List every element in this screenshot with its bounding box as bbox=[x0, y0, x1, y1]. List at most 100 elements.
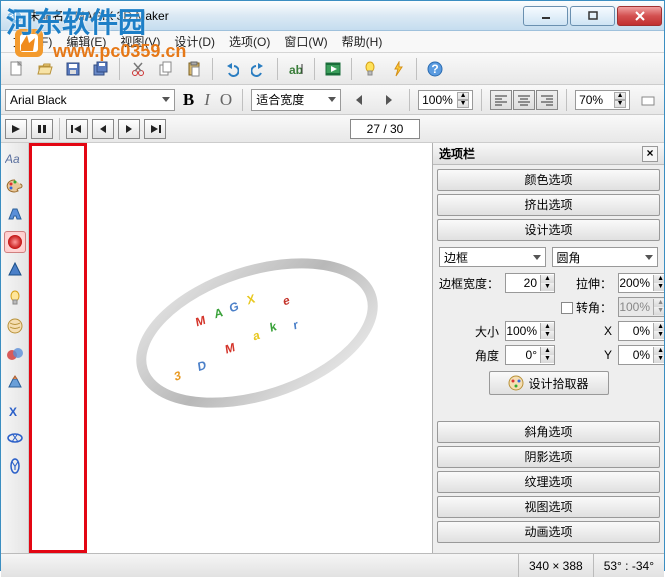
corner-selector[interactable]: 圆角 bbox=[552, 247, 659, 267]
y-spinner[interactable]: ▲▼ bbox=[618, 345, 664, 365]
svg-text:M: M bbox=[195, 313, 207, 330]
texture-tool[interactable] bbox=[4, 315, 26, 337]
size-label: 大小 bbox=[439, 323, 499, 340]
redo-button[interactable] bbox=[247, 57, 271, 81]
zoom2-value: 70% bbox=[579, 93, 603, 107]
material-tool[interactable] bbox=[4, 343, 26, 365]
border-width-value[interactable] bbox=[506, 276, 540, 290]
extrude-tool[interactable] bbox=[4, 203, 26, 225]
color-options-button[interactable]: 颜色选项 bbox=[437, 169, 660, 191]
svg-text:A: A bbox=[213, 305, 224, 322]
separator bbox=[119, 58, 120, 80]
svg-text:k: k bbox=[269, 319, 278, 335]
maximize-button[interactable] bbox=[570, 6, 615, 26]
animation-options-button[interactable]: 动画选项 bbox=[437, 521, 660, 543]
cut-button[interactable] bbox=[126, 57, 150, 81]
bold-button[interactable]: B bbox=[183, 90, 194, 110]
zoom2-spinner[interactable]: 70%▲▼ bbox=[575, 90, 630, 110]
font-selector[interactable]: Arial Black bbox=[5, 89, 175, 111]
shadow-options-button[interactable]: 阴影选项 bbox=[437, 446, 660, 468]
close-button[interactable] bbox=[617, 6, 662, 26]
saveall-button[interactable] bbox=[89, 57, 113, 81]
fit-selector[interactable]: 适合宽度 bbox=[251, 89, 341, 111]
border-width-label: 边框宽度： bbox=[439, 275, 499, 292]
italic-button[interactable]: I bbox=[204, 90, 210, 110]
first-frame-button[interactable] bbox=[66, 119, 88, 139]
menu-option[interactable]: 选项(O) bbox=[223, 31, 276, 52]
picker-icon bbox=[508, 375, 524, 391]
panel-close-button[interactable]: × bbox=[642, 146, 658, 162]
color-swatch-button[interactable] bbox=[636, 88, 660, 112]
minimize-button[interactable] bbox=[523, 6, 568, 26]
animation-button[interactable] bbox=[321, 57, 345, 81]
menu-view[interactable]: 视图(V) bbox=[114, 31, 166, 52]
angle-spinner[interactable]: ▲▼ bbox=[505, 345, 555, 365]
align-right-button[interactable] bbox=[536, 90, 558, 110]
help-button[interactable]: ? bbox=[423, 57, 447, 81]
menu-window[interactable]: 窗口(W) bbox=[278, 31, 333, 52]
align-left-button[interactable] bbox=[490, 90, 512, 110]
stretch-label: 拉伸： bbox=[561, 275, 612, 292]
stretch-spinner[interactable]: ▲▼ bbox=[618, 273, 664, 293]
border-selector[interactable]: 边框 bbox=[439, 247, 546, 267]
zoom1-spinner[interactable]: 100%▲▼ bbox=[418, 90, 473, 110]
x-value[interactable] bbox=[619, 324, 653, 338]
prev-frame-button[interactable] bbox=[92, 119, 114, 139]
x-spinner[interactable]: ▲▼ bbox=[618, 321, 664, 341]
flash-button[interactable] bbox=[386, 57, 410, 81]
statusbar: 340 × 388 53° : -34° bbox=[1, 553, 664, 577]
play-button[interactable] bbox=[5, 119, 27, 139]
bevel-options-button[interactable]: 斜角选项 bbox=[437, 421, 660, 443]
align-group bbox=[490, 90, 558, 110]
border-width-spinner[interactable]: ▲▼ bbox=[505, 273, 555, 293]
y-value[interactable] bbox=[619, 348, 653, 362]
paste-button[interactable] bbox=[182, 57, 206, 81]
panel-title: 选项栏 bbox=[439, 145, 475, 162]
outline-button[interactable]: O bbox=[220, 90, 232, 110]
window-title: 未命名 - MAGIX 3D Maker bbox=[28, 7, 523, 24]
separator bbox=[566, 89, 567, 111]
panel-header: 选项栏 × bbox=[433, 143, 664, 165]
svg-text:a: a bbox=[252, 327, 261, 343]
light-button[interactable] bbox=[358, 57, 382, 81]
palette-tool[interactable] bbox=[4, 175, 26, 197]
design-options-button[interactable]: 设计选项 bbox=[437, 219, 660, 241]
copy-button[interactable] bbox=[154, 57, 178, 81]
dropdown-icon bbox=[328, 97, 336, 102]
texture-options-button[interactable]: 纹理选项 bbox=[437, 471, 660, 493]
menu-help[interactable]: 帮助(H) bbox=[336, 31, 389, 52]
perspective-tool[interactable] bbox=[4, 371, 26, 393]
arrow-left-button[interactable] bbox=[347, 88, 371, 112]
extrude-options-button[interactable]: 挤出选项 bbox=[437, 194, 660, 216]
rotate-checkbox[interactable] bbox=[561, 302, 573, 314]
stretch-value[interactable] bbox=[619, 276, 653, 290]
view-options-button[interactable]: 视图选项 bbox=[437, 496, 660, 518]
arrow-right-button[interactable] bbox=[377, 88, 401, 112]
menu-design[interactable]: 设计(D) bbox=[168, 31, 221, 52]
border-label: 边框 bbox=[444, 249, 468, 266]
rotate-spinner: ▲▼ bbox=[618, 297, 664, 317]
size-spinner[interactable]: ▲▼ bbox=[505, 321, 555, 341]
dropdown-icon bbox=[645, 255, 653, 260]
x-label: X bbox=[561, 324, 612, 338]
lightbulb-tool[interactable] bbox=[4, 287, 26, 309]
pause-button[interactable] bbox=[31, 119, 53, 139]
text-tool-button[interactable]: ab bbox=[284, 57, 308, 81]
canvas-viewport[interactable]: M A G X 3 D M a k e r bbox=[87, 143, 432, 553]
size-value[interactable] bbox=[506, 324, 540, 338]
design-picker-button[interactable]: 设计拾取器 bbox=[489, 371, 609, 395]
x-axis-tool[interactable]: X bbox=[4, 399, 26, 421]
menu-edit[interactable]: 编辑(E) bbox=[60, 31, 112, 52]
rotate-y-tool[interactable]: Y bbox=[4, 455, 26, 477]
separator bbox=[481, 89, 482, 111]
rotate-x-tool[interactable]: X bbox=[4, 427, 26, 449]
angle-value[interactable] bbox=[506, 348, 540, 362]
sphere-tool[interactable] bbox=[4, 231, 26, 253]
bevel-tool[interactable] bbox=[4, 259, 26, 281]
text-style-tool[interactable]: Aa bbox=[4, 147, 26, 169]
align-center-button[interactable] bbox=[513, 90, 535, 110]
last-frame-button[interactable] bbox=[144, 119, 166, 139]
save-button[interactable] bbox=[61, 57, 85, 81]
undo-button[interactable] bbox=[219, 57, 243, 81]
next-frame-button[interactable] bbox=[118, 119, 140, 139]
